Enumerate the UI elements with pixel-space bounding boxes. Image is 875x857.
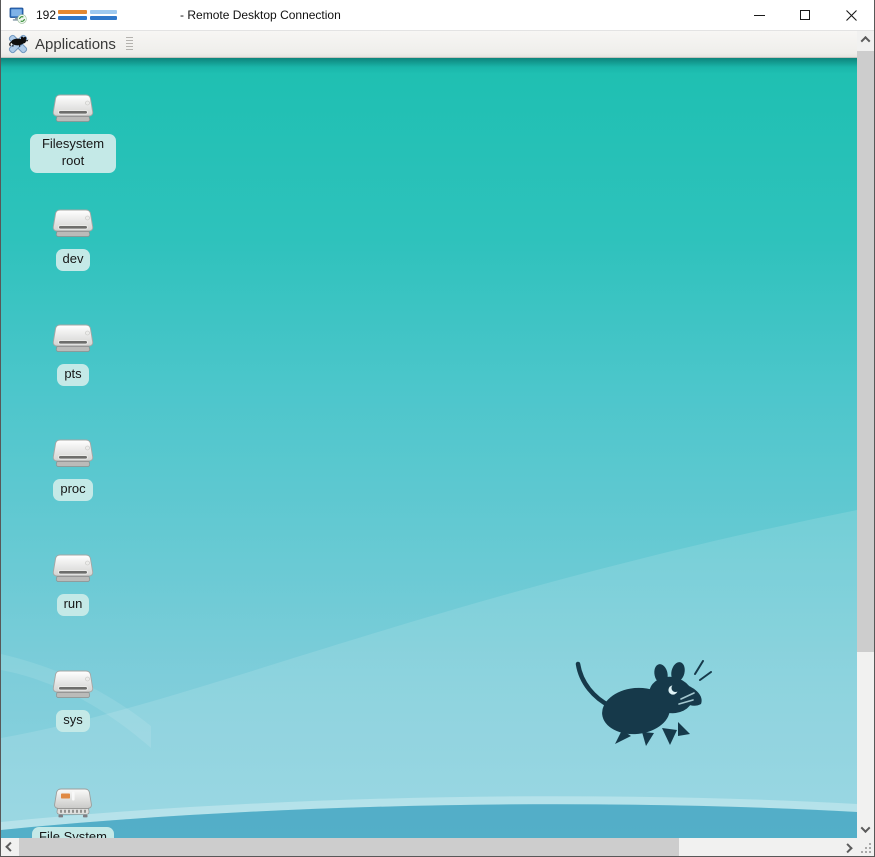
desktop-icon-label: proc [53, 479, 92, 501]
grip-dots-icon [869, 843, 871, 845]
desktop: Filesystem root dev [1, 58, 857, 838]
close-icon [845, 9, 858, 22]
drive-icon [49, 668, 97, 704]
scroll-left-button[interactable] [1, 838, 18, 856]
minimize-icon [754, 15, 765, 16]
drive-icon [49, 552, 97, 588]
chevron-left-icon [5, 841, 15, 851]
titlebar: 192 - Remote Desktop Connection [1, 0, 874, 31]
drive-icon [49, 92, 97, 128]
redacted-ip [58, 10, 87, 20]
rdp-window: 192 - Remote Desktop Connection [0, 0, 875, 857]
vertical-scrollbar-thumb[interactable] [857, 51, 874, 652]
redacted-port [90, 10, 117, 20]
desktop-icon-label: File System [32, 827, 114, 838]
close-button[interactable] [828, 0, 874, 30]
window-controls [736, 0, 874, 30]
horizontal-scrollbar[interactable] [1, 838, 857, 856]
desktop-icon-label: pts [57, 364, 88, 386]
maximize-button[interactable] [782, 0, 828, 30]
resize-grip[interactable] [857, 838, 874, 856]
title-suffix: - Remote Desktop Connection [180, 8, 341, 22]
desktop-icon-label: run [57, 594, 90, 616]
remote-desktop-view: Applications [1, 31, 857, 838]
horizontal-scrollbar-thumb[interactable] [19, 838, 679, 856]
panel-handle[interactable] [126, 37, 133, 52]
drive-icon [49, 437, 97, 473]
wallpaper-waves [1, 58, 857, 838]
drive-icon [49, 207, 97, 243]
desktop-icon-dev[interactable]: dev [27, 207, 119, 271]
xfce-panel: Applications [1, 31, 857, 58]
rdp-viewport: Applications [1, 31, 874, 856]
window-title: 192 - Remote Desktop Connection [36, 8, 341, 22]
maximize-icon [800, 10, 810, 20]
desktop-icon-pts[interactable]: pts [27, 322, 119, 386]
applications-menu-label: Applications [35, 36, 116, 53]
xfce-mouse-mascot [574, 648, 714, 748]
chevron-up-icon [861, 36, 871, 46]
desktop-icon-label: dev [56, 249, 91, 271]
desktop-icon-label: sys [56, 710, 90, 732]
vertical-scrollbar[interactable] [857, 31, 874, 838]
scroll-right-button[interactable] [840, 838, 857, 856]
chevron-right-icon [843, 843, 853, 853]
xfce-logo-icon [7, 33, 29, 55]
title-prefix: 192 [36, 8, 56, 22]
rdp-app-icon [9, 6, 27, 24]
chevron-down-icon [861, 823, 871, 833]
desktop-icon-sys[interactable]: sys [27, 668, 119, 732]
desktop-icon-file-system[interactable]: File System [27, 785, 119, 838]
desktop-icon-run[interactable]: run [27, 552, 119, 616]
drive-orange-icon [49, 785, 97, 821]
desktop-icon-filesystem-root[interactable]: Filesystem root [27, 92, 119, 173]
drive-icon [49, 322, 97, 358]
scroll-down-button[interactable] [857, 821, 874, 838]
desktop-icon-label: Filesystem root [30, 134, 116, 173]
minimize-button[interactable] [736, 0, 782, 30]
scroll-up-button[interactable] [857, 31, 874, 48]
applications-menu-button[interactable]: Applications [1, 31, 123, 57]
desktop-icon-proc[interactable]: proc [27, 437, 119, 501]
